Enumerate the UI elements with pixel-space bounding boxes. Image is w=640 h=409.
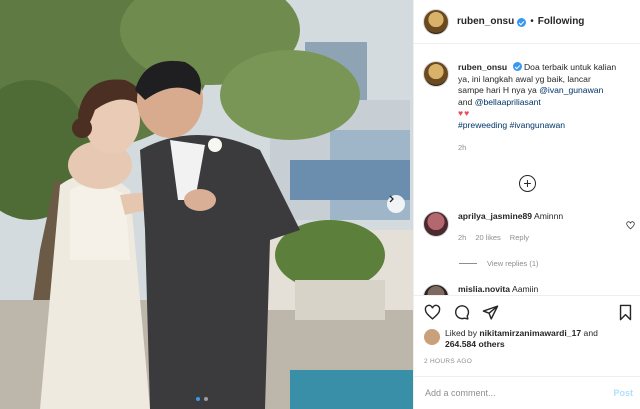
carousel-dot <box>196 397 200 401</box>
following-button[interactable]: Following <box>538 16 585 27</box>
post-timestamp: 2 HOURS AGO <box>424 358 473 365</box>
liker-username[interactable]: nikitamirzanimawardi_17 <box>479 328 581 338</box>
comment-input[interactable] <box>425 388 595 398</box>
post-photo <box>0 0 413 409</box>
comment-text: Aminnn <box>533 211 564 221</box>
comment-likes[interactable]: 20 likes <box>475 232 500 243</box>
commenter-avatar[interactable] <box>423 211 449 237</box>
caption-author-avatar[interactable] <box>423 61 449 87</box>
comment-meta: 2h 20 likes Reply <box>458 232 618 243</box>
add-comment-bar: Post <box>414 376 640 409</box>
post-header: ruben_onsu • Following <box>414 0 640 44</box>
liked-by-prefix: Liked by <box>445 328 478 338</box>
caption-username[interactable]: ruben_onsu <box>458 62 507 72</box>
load-more-comments-button[interactable]: + <box>519 175 536 192</box>
heart-emoji-icon: ♥♥ <box>458 108 471 119</box>
comment-username[interactable]: mislia.novita <box>458 284 510 294</box>
post-comment-button[interactable]: Post <box>613 388 633 398</box>
mention-link[interactable]: @ivan_gunawan <box>539 85 603 95</box>
hashtag-link[interactable]: #ivangunawan <box>510 120 565 130</box>
post-actions: Liked by nikitamirzanimawardi_17 and 264… <box>414 295 640 376</box>
commenter-avatar[interactable] <box>423 284 449 295</box>
verified-badge-icon <box>512 62 522 71</box>
save-button[interactable] <box>618 304 633 321</box>
heart-icon[interactable] <box>424 304 441 321</box>
likes-count[interactable]: 264.584 others <box>445 339 505 349</box>
author-avatar[interactable] <box>423 8 449 35</box>
comment-icon[interactable] <box>453 304 470 321</box>
mention-link[interactable]: @bellaapriliasant <box>475 97 541 107</box>
add-circle-icon: + <box>523 175 532 191</box>
comment-like-button[interactable] <box>626 217 635 235</box>
author-username[interactable]: ruben_onsu <box>457 16 514 27</box>
bookmark-icon <box>619 304 632 321</box>
carousel-indicator <box>196 397 208 401</box>
carousel-dot <box>204 397 208 401</box>
comment-item: aprilya_jasmine89 Aminnn 2h 20 likes Rep… <box>423 211 635 243</box>
comment-time: 2h <box>458 233 467 242</box>
verified-badge-icon <box>517 18 527 27</box>
caption-time: 2h <box>458 142 467 152</box>
comment-text: Aamiin <box>511 284 539 294</box>
liker-avatar[interactable] <box>424 329 440 345</box>
chevron-right-icon <box>389 195 394 203</box>
post-caption: ruben_onsu Doa terbaik untuk kalian ya, … <box>423 61 633 153</box>
caption-and: and <box>458 96 473 107</box>
reply-button[interactable]: Reply <box>510 232 529 243</box>
comment-body: mislia.novita Aamiin <box>458 284 618 295</box>
post-sidebar: ruben_onsu • Following ruben_onsu Doa te… <box>413 0 640 409</box>
caption-body: ruben_onsu Doa terbaik untuk kalian ya, … <box>458 61 618 153</box>
comment-item: mislia.novita Aamiin <box>423 284 618 295</box>
comments-section: ruben_onsu Doa terbaik untuk kalian ya, … <box>414 44 640 295</box>
likes-and: and <box>583 328 598 338</box>
share-icon[interactable] <box>482 304 499 321</box>
comment-body: aprilya_jasmine89 Aminnn 2h 20 likes Rep… <box>458 211 618 243</box>
view-replies-label: View replies (1) <box>487 259 539 268</box>
replies-divider <box>459 263 477 264</box>
wedding-photo-illustration <box>0 0 413 409</box>
likes-text: Liked by nikitamirzanimawardi_17 and 264… <box>445 328 598 350</box>
hashtag-link[interactable]: #preweeding <box>458 120 507 130</box>
view-replies-button[interactable]: View replies (1) <box>459 259 539 268</box>
header-separator: • <box>530 16 534 27</box>
heart-icon <box>626 221 635 230</box>
likes-summary: Liked by nikitamirzanimawardi_17 and 264… <box>424 328 598 350</box>
carousel-next-button[interactable] <box>387 195 405 213</box>
action-icons <box>424 304 499 321</box>
comment-username[interactable]: aprilya_jasmine89 <box>458 211 532 221</box>
